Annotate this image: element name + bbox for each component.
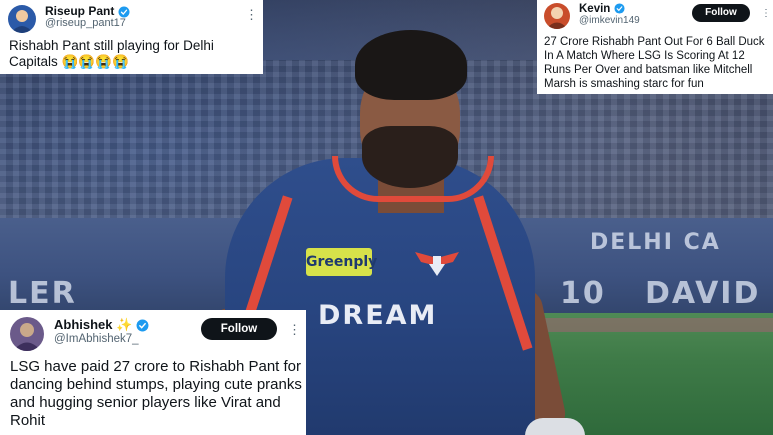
avatar[interactable] — [544, 3, 570, 29]
author-name-text: Abhishek ✨ — [54, 317, 133, 332]
hoarding-text-mid: 10 — [560, 276, 606, 311]
tweet-text: Rishabh Pant still playing for Delhi Cap… — [9, 38, 214, 69]
batting-glove — [525, 418, 585, 435]
verified-badge-icon — [613, 3, 625, 15]
tweet-text: LSG have paid 27 crore to Rishabh Pant f… — [10, 358, 302, 429]
follow-button[interactable]: Follow — [692, 4, 750, 22]
author-name[interactable]: Abhishek ✨ — [54, 317, 149, 333]
author-name[interactable]: Riseup Pant — [45, 4, 130, 18]
verified-badge-icon — [136, 319, 149, 332]
avatar[interactable] — [8, 5, 36, 33]
team-crest-icon — [415, 252, 459, 276]
hoarding-text-right: DAVID — [645, 276, 761, 311]
tweet-card-kevin: Kevin @imkevin149 Follow ⋮ 27 Crore Rish… — [537, 0, 773, 94]
more-options-icon[interactable]: ⋮ — [761, 7, 771, 20]
tweet-card-abhishek: Abhishek ✨ @ImAbhishek7_ Follow ⋮ LSG ha… — [0, 310, 306, 435]
player-hair — [355, 30, 467, 100]
avatar-image-icon — [546, 7, 568, 29]
tweet-card-riseup-pant: Riseup Pant @riseup_pant17 ⋮ Rishabh Pan… — [0, 0, 263, 74]
avatar[interactable] — [10, 317, 44, 351]
author-name-text: Kevin — [579, 3, 611, 15]
author-handle[interactable]: @imkevin149 — [579, 15, 640, 26]
more-options-icon[interactable]: ⋮ — [288, 323, 301, 336]
author-handle[interactable]: @riseup_pant17 — [45, 17, 126, 29]
follow-button[interactable]: Follow — [201, 318, 277, 340]
avatar-image-icon — [11, 10, 33, 33]
jersey-text: DREAM — [318, 300, 438, 331]
author-name-text: Riseup Pant — [45, 4, 115, 18]
tweet-text: 27 Crore Rishabh Pant Out For 6 Ball Duc… — [544, 36, 765, 90]
author-handle[interactable]: @ImAbhishek7_ — [54, 333, 139, 345]
hoarding-text-top-right: DELHI CA — [590, 230, 721, 255]
player-beard — [362, 126, 458, 188]
hoarding-text-left: LER — [8, 276, 77, 311]
more-options-icon[interactable]: ⋮ — [245, 8, 258, 21]
author-name[interactable]: Kevin — [579, 3, 625, 15]
jersey-sponsor-logo: Greenply — [306, 248, 377, 276]
avatar-image-icon — [13, 323, 41, 351]
